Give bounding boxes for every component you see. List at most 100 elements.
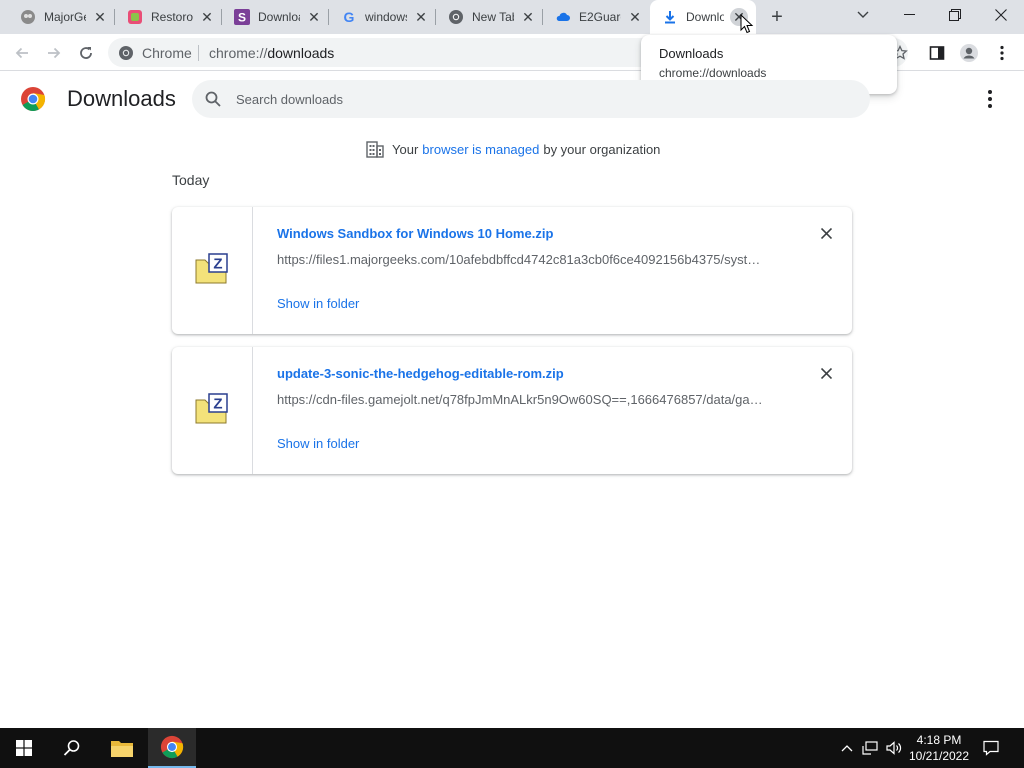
omnibox-divider bbox=[198, 45, 199, 61]
file-name-link[interactable]: update-3-sonic-the-hedgehog-editable-rom… bbox=[277, 366, 564, 381]
back-button[interactable] bbox=[8, 39, 36, 67]
site-chip: Chrome bbox=[142, 45, 192, 61]
tab-majorgeeks[interactable]: MajorGeeks ✕ bbox=[8, 0, 115, 34]
close-icon[interactable]: ✕ bbox=[519, 8, 537, 26]
managed-suffix: by your organization bbox=[543, 141, 661, 157]
close-icon[interactable]: ✕ bbox=[91, 8, 109, 26]
restore-icon bbox=[949, 9, 961, 21]
clock-date: 10/21/2022 bbox=[908, 749, 970, 763]
start-button[interactable] bbox=[0, 728, 48, 768]
search-icon bbox=[205, 91, 221, 107]
tab-e2guardian[interactable]: E2Guardian ✕ bbox=[543, 0, 650, 34]
tab-title: Restoro bbox=[151, 10, 193, 24]
more-vert-icon bbox=[988, 104, 992, 108]
search-input[interactable] bbox=[236, 89, 836, 109]
zip-file-icon: Z bbox=[195, 393, 228, 424]
restore-button[interactable] bbox=[932, 0, 978, 30]
more-vert-icon bbox=[988, 97, 992, 101]
downloads-menu-button[interactable] bbox=[978, 86, 1002, 112]
more-vert-icon bbox=[988, 90, 992, 94]
tab-title: Download bbox=[258, 10, 300, 24]
network-button[interactable] bbox=[861, 739, 879, 757]
chrome-logo-icon bbox=[21, 87, 46, 112]
close-icon bbox=[820, 367, 832, 379]
clock-time: 4:18 PM bbox=[916, 733, 962, 747]
file-icon-column: Z bbox=[172, 347, 253, 474]
network-icon bbox=[862, 741, 878, 755]
tab-title: MajorGeeks bbox=[44, 10, 86, 24]
tab-search-button[interactable] bbox=[840, 0, 886, 30]
close-icon[interactable]: ✕ bbox=[198, 8, 216, 26]
new-tab-button[interactable]: + bbox=[765, 6, 789, 28]
tab-title: windows bbox=[365, 10, 407, 24]
chevron-down-icon bbox=[857, 11, 869, 18]
chrome-icon bbox=[448, 9, 464, 25]
folder-icon bbox=[111, 741, 133, 757]
tab-new-tab[interactable]: New Tab ✕ bbox=[436, 0, 543, 34]
taskbar-search-button[interactable] bbox=[48, 728, 96, 768]
file-name-link[interactable]: Windows Sandbox for Windows 10 Home.zip bbox=[277, 226, 553, 241]
managed-link[interactable]: browser is managed bbox=[422, 142, 539, 157]
tab-windows[interactable]: G windows ✕ bbox=[329, 0, 436, 34]
tab-title: Downloads bbox=[686, 10, 724, 24]
chrome-menu-button[interactable] bbox=[988, 39, 1016, 67]
search-downloads[interactable] bbox=[192, 80, 870, 118]
download-item: Z update-3-sonic-the-hedgehog-editable-r… bbox=[172, 347, 852, 474]
tooltip-title: Downloads bbox=[659, 46, 724, 61]
file-source-url[interactable]: https://cdn-files.gamejolt.net/q78fpJmMn… bbox=[277, 392, 777, 407]
volume-button[interactable] bbox=[885, 739, 903, 757]
close-icon[interactable]: ✕ bbox=[626, 8, 644, 26]
notification-icon bbox=[983, 740, 999, 756]
close-icon bbox=[995, 9, 1007, 21]
minimize-button[interactable] bbox=[886, 0, 932, 30]
url-text: chrome://downloads bbox=[209, 45, 334, 61]
chrome-icon bbox=[160, 735, 184, 759]
reload-icon bbox=[80, 47, 92, 59]
tab-title: E2Guardian bbox=[579, 10, 621, 24]
show-in-folder-link[interactable]: Show in folder bbox=[277, 436, 359, 451]
search-icon bbox=[63, 740, 80, 756]
url-scheme: chrome:// bbox=[209, 45, 268, 61]
action-center-button[interactable] bbox=[982, 739, 1000, 757]
file-icon-column: Z bbox=[172, 207, 253, 334]
tab-strip: MajorGeeks ✕ Restoro ✕ S Download ✕ G wi… bbox=[0, 0, 1024, 34]
close-icon[interactable]: ✕ bbox=[412, 8, 430, 26]
managed-prefix: Your bbox=[392, 141, 419, 157]
date-heading: Today bbox=[172, 172, 210, 188]
back-arrow-icon bbox=[15, 47, 28, 59]
download-icon bbox=[662, 9, 678, 25]
avatar-icon bbox=[960, 44, 978, 62]
remove-download-button[interactable] bbox=[816, 223, 836, 243]
chevron-up-icon bbox=[841, 745, 853, 752]
cloud-icon bbox=[555, 9, 571, 25]
profile-button[interactable] bbox=[955, 39, 983, 67]
file-source-url[interactable]: https://files1.majorgeeks.com/10afebdbff… bbox=[277, 252, 777, 267]
side-panel-button[interactable] bbox=[923, 39, 951, 67]
taskbar-clock[interactable]: 4:18 PM 10/21/2022 bbox=[906, 732, 972, 764]
majorgeeks-icon bbox=[20, 9, 36, 25]
tooltip-url: chrome://downloads bbox=[659, 66, 767, 80]
svg-text:S: S bbox=[238, 11, 246, 25]
windows-logo-icon bbox=[16, 740, 32, 756]
page-title: Downloads bbox=[67, 86, 176, 111]
reload-button[interactable] bbox=[72, 39, 100, 67]
tab-restoro[interactable]: Restoro ✕ bbox=[115, 0, 222, 34]
chrome-taskbar-button[interactable] bbox=[148, 728, 196, 768]
url-path: downloads bbox=[267, 45, 335, 61]
chrome-icon bbox=[118, 45, 134, 61]
mouse-cursor-icon bbox=[740, 14, 754, 34]
remove-download-button[interactable] bbox=[816, 363, 836, 383]
show-hidden-icons-button[interactable] bbox=[838, 739, 856, 757]
forward-button[interactable] bbox=[40, 39, 68, 67]
close-icon bbox=[820, 227, 832, 239]
close-icon[interactable]: ✕ bbox=[305, 8, 323, 26]
svg-text:Z: Z bbox=[213, 396, 222, 413]
close-window-button[interactable] bbox=[978, 0, 1024, 30]
file-explorer-button[interactable] bbox=[98, 728, 146, 768]
restoro-icon bbox=[127, 9, 143, 25]
svg-text:Z: Z bbox=[213, 256, 222, 273]
show-in-folder-link[interactable]: Show in folder bbox=[277, 296, 359, 311]
google-icon: G bbox=[341, 9, 357, 25]
tab-download[interactable]: S Download ✕ bbox=[222, 0, 329, 34]
download-item: Z Windows Sandbox for Windows 10 Home.zi… bbox=[172, 207, 852, 334]
